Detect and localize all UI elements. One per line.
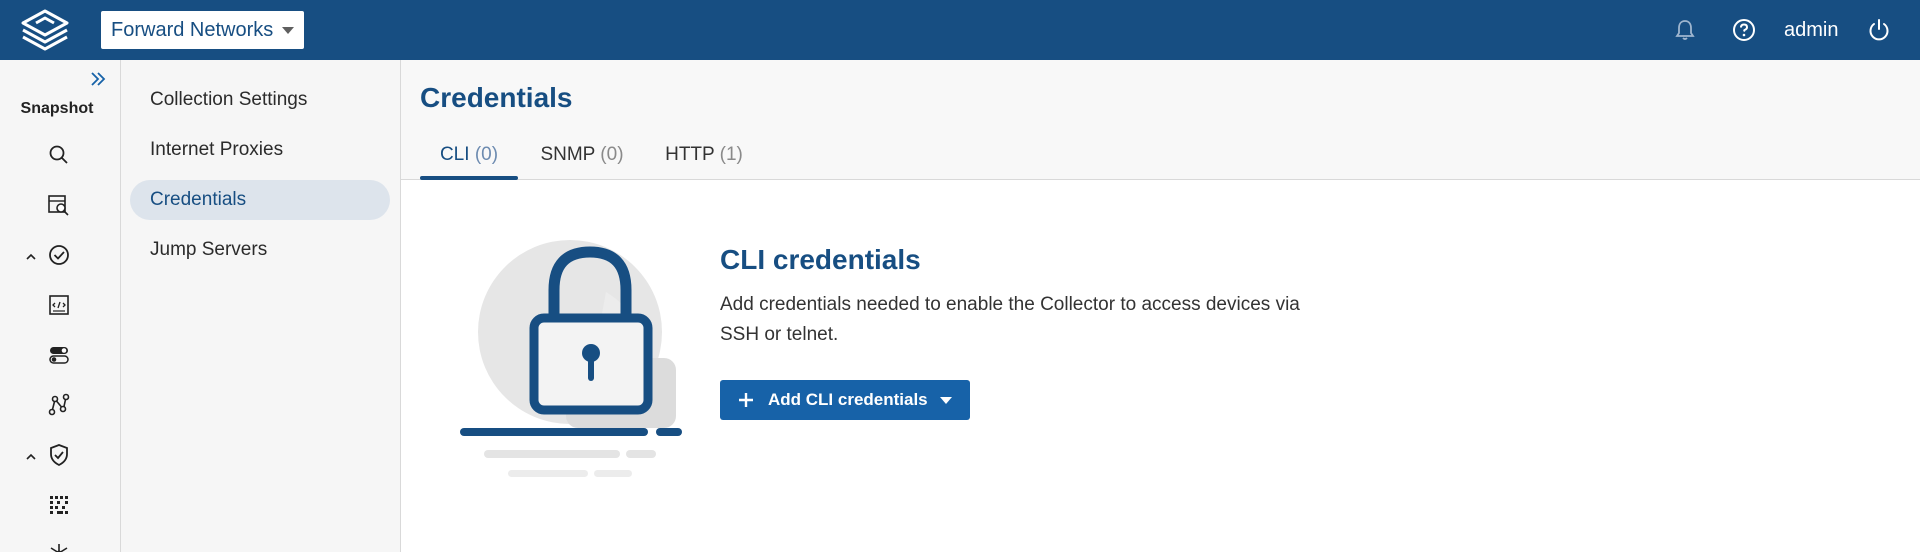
- expand-icon[interactable]: [88, 69, 108, 89]
- empty-state-title: CLI credentials: [720, 244, 921, 275]
- add-button-label: Add CLI credentials: [768, 390, 928, 409]
- chevron-up-icon[interactable]: [24, 250, 38, 264]
- tab-count: (0): [600, 144, 624, 165]
- tab-cli[interactable]: CLI (0): [420, 144, 518, 180]
- grid-icon[interactable]: [46, 492, 72, 518]
- subnav-item-credentials[interactable]: Credentials: [130, 180, 390, 220]
- shield-check-icon[interactable]: [46, 442, 72, 468]
- toggle-icon[interactable]: [46, 342, 72, 368]
- device-search-icon[interactable]: [46, 192, 72, 218]
- tab-label: CLI: [439, 144, 470, 165]
- tab-snmp[interactable]: SNMP (0): [537, 144, 627, 180]
- tab-label: HTTP: [665, 144, 715, 165]
- chevron-down-icon: [282, 27, 294, 34]
- rail-title: Snapshot: [20, 100, 94, 117]
- chevron-down-icon[interactable]: [940, 397, 952, 404]
- main-header: Credentials CLI (0) SNMP (0) HTTP (1): [401, 60, 1920, 180]
- page-title: Credentials: [420, 82, 573, 113]
- tab-count: (0): [474, 144, 499, 165]
- code-icon[interactable]: [46, 292, 72, 318]
- tab-label: SNMP: [540, 144, 596, 165]
- empty-state-description: Add credentials needed to enable the Col…: [720, 294, 1300, 345]
- left-rail: Snapshot: [0, 60, 121, 552]
- logo-icon[interactable]: [18, 8, 72, 52]
- org-select[interactable]: Forward Networks: [101, 11, 304, 49]
- add-cli-credentials-button[interactable]: Add CLI credentials: [720, 380, 970, 420]
- org-select-label: Forward Networks: [111, 18, 274, 41]
- path-icon[interactable]: [46, 392, 72, 418]
- tab-http[interactable]: HTTP (1): [663, 144, 745, 180]
- subnav-item-jump-servers[interactable]: Jump Servers: [130, 230, 390, 270]
- subnav-item-collection-settings[interactable]: Collection Settings: [130, 80, 390, 120]
- bell-icon[interactable]: [1672, 17, 1698, 43]
- lock-icon: [460, 240, 682, 477]
- plus-icon: [739, 393, 753, 407]
- tab-count: (1): [719, 144, 743, 165]
- power-icon[interactable]: [1866, 17, 1892, 43]
- subnav-item-internet-proxies[interactable]: Internet Proxies: [130, 130, 390, 170]
- check-circle-icon[interactable]: [46, 242, 72, 268]
- network-icon[interactable]: [46, 540, 72, 552]
- user-menu[interactable]: admin: [1784, 17, 1838, 43]
- search-icon[interactable]: [46, 142, 72, 168]
- top-bar: Forward Networks admin: [0, 0, 1920, 60]
- chevron-up-icon[interactable]: [24, 450, 38, 464]
- help-icon[interactable]: [1731, 17, 1757, 43]
- settings-subnav: Collection Settings Internet Proxies Cre…: [121, 60, 401, 552]
